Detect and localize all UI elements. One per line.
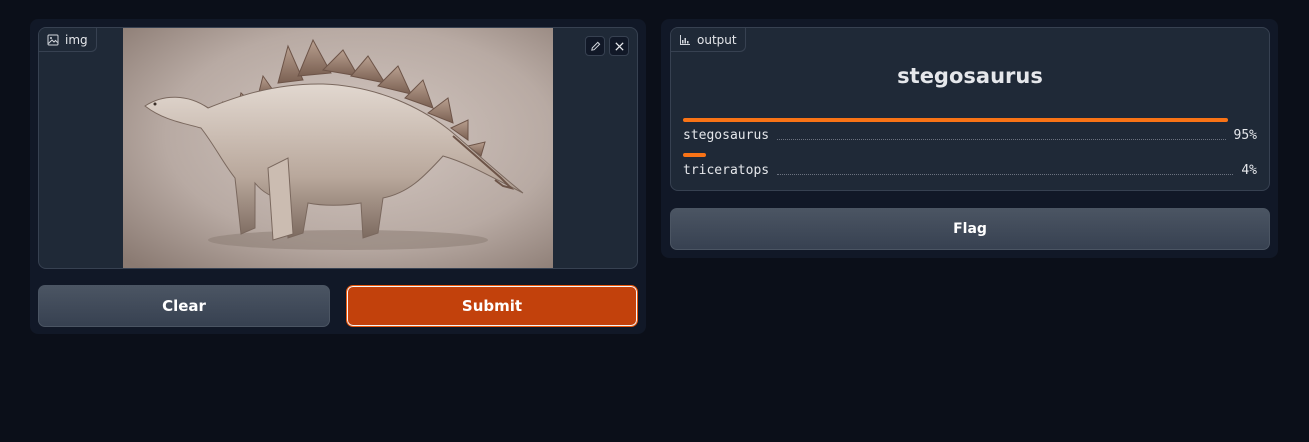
flag-button[interactable]: Flag bbox=[670, 208, 1270, 250]
confidence-bar bbox=[683, 153, 706, 157]
output-label-block: output stegosaurus stegosaurus 95% trice… bbox=[670, 27, 1270, 191]
confidence-value: 95% bbox=[1233, 128, 1257, 143]
clear-image-button[interactable] bbox=[609, 36, 629, 56]
input-column: img Clear Submit bbox=[30, 19, 646, 334]
confidence-bar bbox=[683, 118, 1229, 122]
image-input-label: img bbox=[39, 28, 97, 52]
submit-button-label: Submit bbox=[461, 297, 523, 315]
predicted-label: stegosaurus bbox=[897, 64, 1043, 88]
confidence-item[interactable]: triceratops 4% bbox=[683, 153, 1257, 178]
stegosaurus-image bbox=[123, 28, 553, 268]
confidence-label: stegosaurus bbox=[683, 128, 770, 143]
output-label-text: output bbox=[697, 32, 737, 47]
clear-button[interactable]: Clear bbox=[38, 285, 330, 327]
output-column: output stegosaurus stegosaurus 95% trice… bbox=[661, 19, 1278, 258]
clear-button-label: Clear bbox=[162, 297, 206, 315]
pencil-icon bbox=[590, 37, 601, 56]
image-icon bbox=[47, 34, 59, 46]
confidence-item[interactable]: stegosaurus 95% bbox=[683, 118, 1257, 143]
image-input-label-text: img bbox=[65, 32, 88, 47]
confidence-dots bbox=[777, 132, 1226, 140]
confidence-value: 4% bbox=[1241, 163, 1257, 178]
flag-button-label: Flag bbox=[953, 221, 987, 237]
image-input[interactable]: img bbox=[38, 27, 638, 269]
edit-image-button[interactable] bbox=[585, 36, 605, 56]
output-label: output bbox=[671, 28, 746, 52]
confidence-dots bbox=[777, 167, 1234, 175]
submit-button[interactable]: Submit bbox=[346, 285, 638, 327]
confidence-label: triceratops bbox=[683, 163, 770, 178]
close-icon bbox=[614, 37, 625, 56]
bar-chart-icon bbox=[679, 34, 691, 46]
